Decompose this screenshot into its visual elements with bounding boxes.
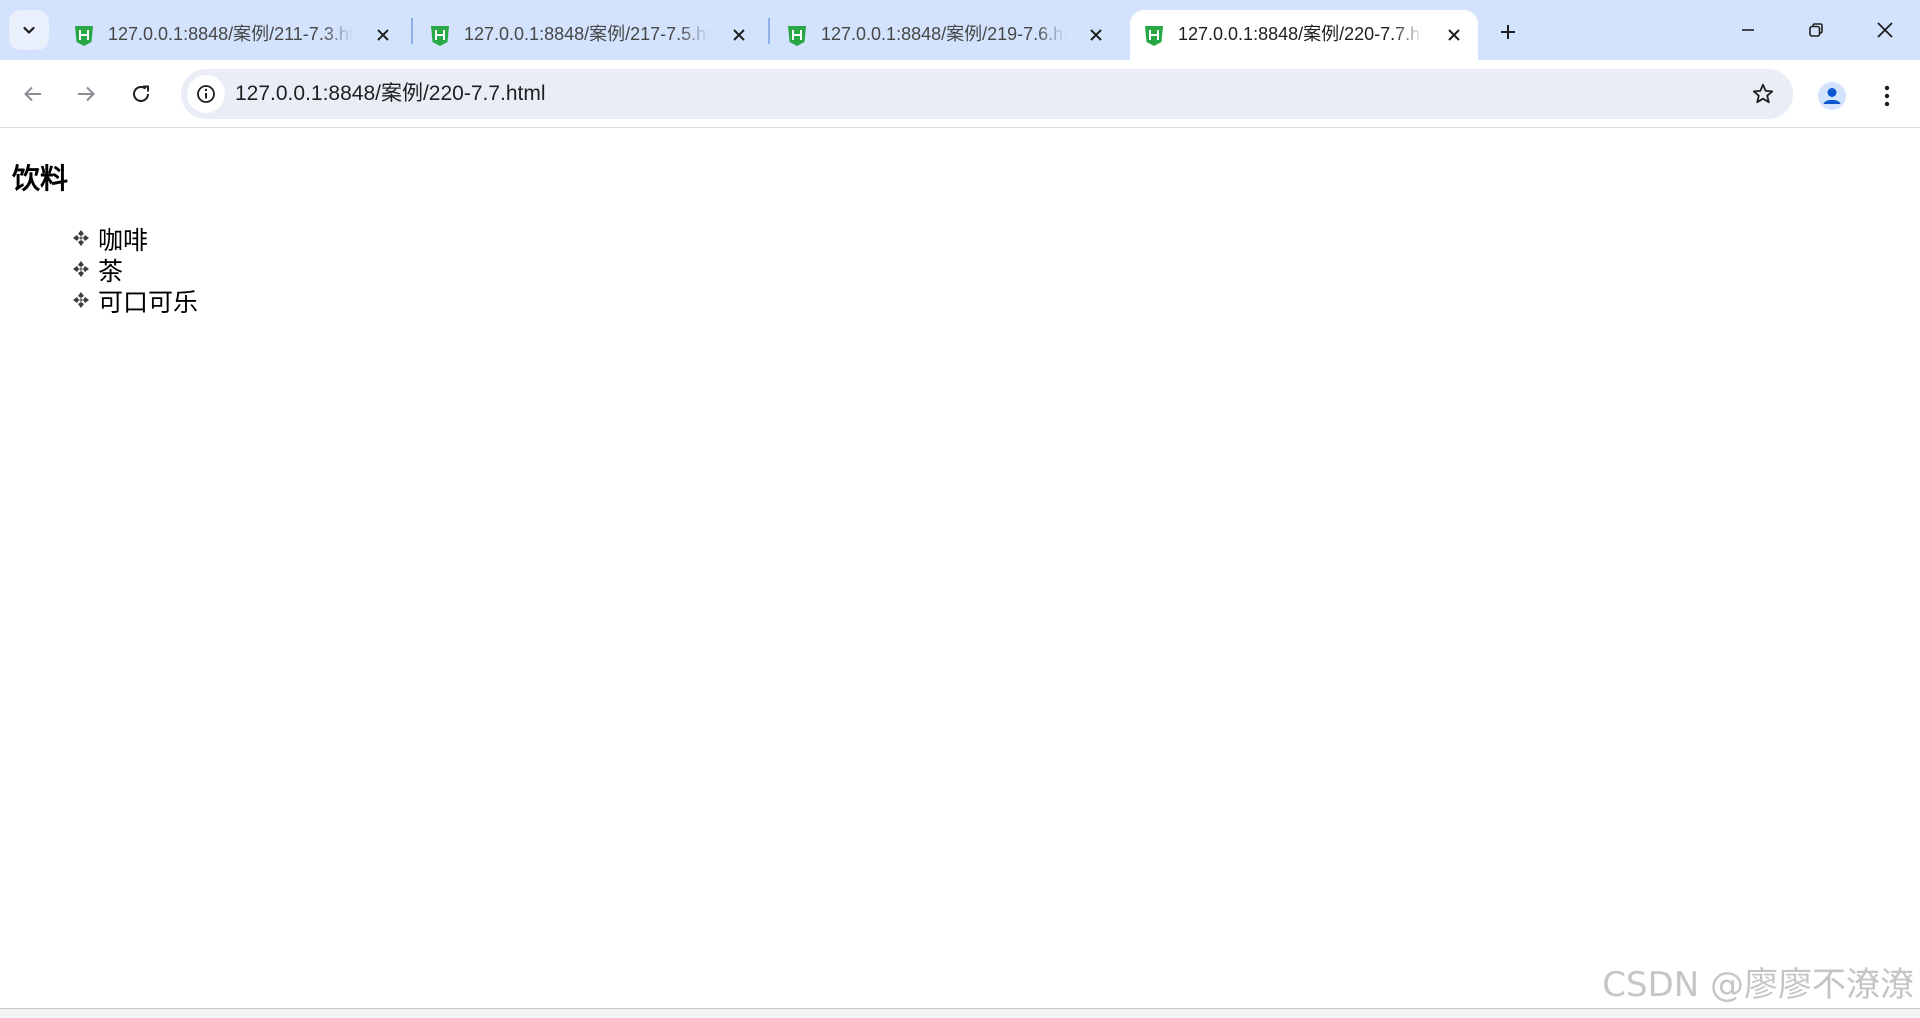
close-icon <box>1448 29 1460 41</box>
tab-title: 127.0.0.1:8848/案例/219-7.6.html <box>821 24 1066 44</box>
watermark: CSDN @廖廖不潦潦 <box>1602 965 1914 1005</box>
person-icon <box>1818 82 1846 110</box>
page-heading: 饮料 <box>12 162 69 195</box>
bullet-image-icon <box>72 259 90 278</box>
tab-title: 127.0.0.1:8848/案例/211-7.3.html <box>108 24 353 44</box>
plus-icon <box>1501 25 1515 39</box>
more-vert-icon <box>1884 85 1890 107</box>
restore-button[interactable] <box>1786 8 1846 52</box>
url-text[interactable]: 127.0.0.1:8848/案例/220-7.7.html <box>235 81 546 107</box>
arrow-right-icon <box>78 86 95 102</box>
close-icon <box>1877 22 1893 38</box>
browser-tab[interactable]: 127.0.0.1:8848/案例/217-7.5.html <box>416 10 764 60</box>
page-content: 饮料 咖啡 茶 可口可乐 <box>0 129 1920 1009</box>
list-item-text: 咖啡 <box>98 226 149 255</box>
reload-icon <box>133 85 149 102</box>
address-bar[interactable]: 127.0.0.1:8848/案例/220-7.7.html <box>181 69 1793 119</box>
list-item-text: 茶 <box>98 257 124 286</box>
tab-title: 127.0.0.1:8848/案例/217-7.5.html <box>464 24 709 44</box>
list-item: 咖啡 <box>72 225 198 256</box>
back-button[interactable] <box>13 74 53 114</box>
close-icon <box>733 29 745 41</box>
site-info-button[interactable] <box>187 75 225 113</box>
tab-separator <box>768 18 770 44</box>
browser-menu-button[interactable] <box>1870 78 1904 114</box>
reload-button[interactable] <box>121 74 161 114</box>
browser-toolbar: 127.0.0.1:8848/案例/220-7.7.html <box>0 60 1920 128</box>
new-tab-button[interactable] <box>1490 14 1526 50</box>
arrow-left-icon <box>24 86 41 102</box>
list-item-text: 可口可乐 <box>98 288 199 317</box>
hbuilder-icon <box>788 26 806 46</box>
drink-list: 咖啡 茶 可口可乐 <box>72 225 198 318</box>
hbuilder-icon <box>431 26 449 46</box>
browser-tab[interactable]: 127.0.0.1:8848/案例/211-7.3.html <box>60 10 408 60</box>
hbuilder-icon <box>75 26 93 46</box>
browser-tab-active[interactable]: 127.0.0.1:8848/案例/220-7.7.html <box>1130 10 1478 60</box>
minimize-icon <box>1742 29 1754 31</box>
profile-button[interactable] <box>1814 78 1850 114</box>
tab-search-button[interactable] <box>9 10 49 50</box>
forward-button[interactable] <box>66 74 106 114</box>
tab-strip: 127.0.0.1:8848/案例/211-7.3.html 127.0.0.1… <box>0 0 1920 60</box>
bookmark-button[interactable] <box>1749 80 1777 108</box>
hbuilder-icon <box>1145 26 1163 46</box>
close-tab-button[interactable] <box>373 25 393 45</box>
close-icon <box>1090 29 1102 41</box>
browser-tab[interactable]: 127.0.0.1:8848/案例/219-7.6.html <box>773 10 1121 60</box>
status-bar-edge <box>0 1008 1920 1018</box>
close-tab-button[interactable] <box>1086 25 1106 45</box>
bullet-image-icon <box>72 228 90 247</box>
tab-title: 127.0.0.1:8848/案例/220-7.7.html <box>1178 24 1423 44</box>
bullet-image-icon <box>72 290 90 309</box>
close-icon <box>377 29 389 41</box>
star-icon <box>1752 83 1774 104</box>
restore-icon <box>1809 23 1823 37</box>
chevron-down-icon <box>23 26 35 34</box>
list-item: 可口可乐 <box>72 287 198 318</box>
list-item: 茶 <box>72 256 198 287</box>
close-window-button[interactable] <box>1855 8 1915 52</box>
info-icon <box>197 85 215 103</box>
close-tab-button[interactable] <box>729 25 749 45</box>
minimize-button[interactable] <box>1718 8 1778 52</box>
tab-separator <box>411 18 413 44</box>
close-tab-button[interactable] <box>1444 25 1464 45</box>
